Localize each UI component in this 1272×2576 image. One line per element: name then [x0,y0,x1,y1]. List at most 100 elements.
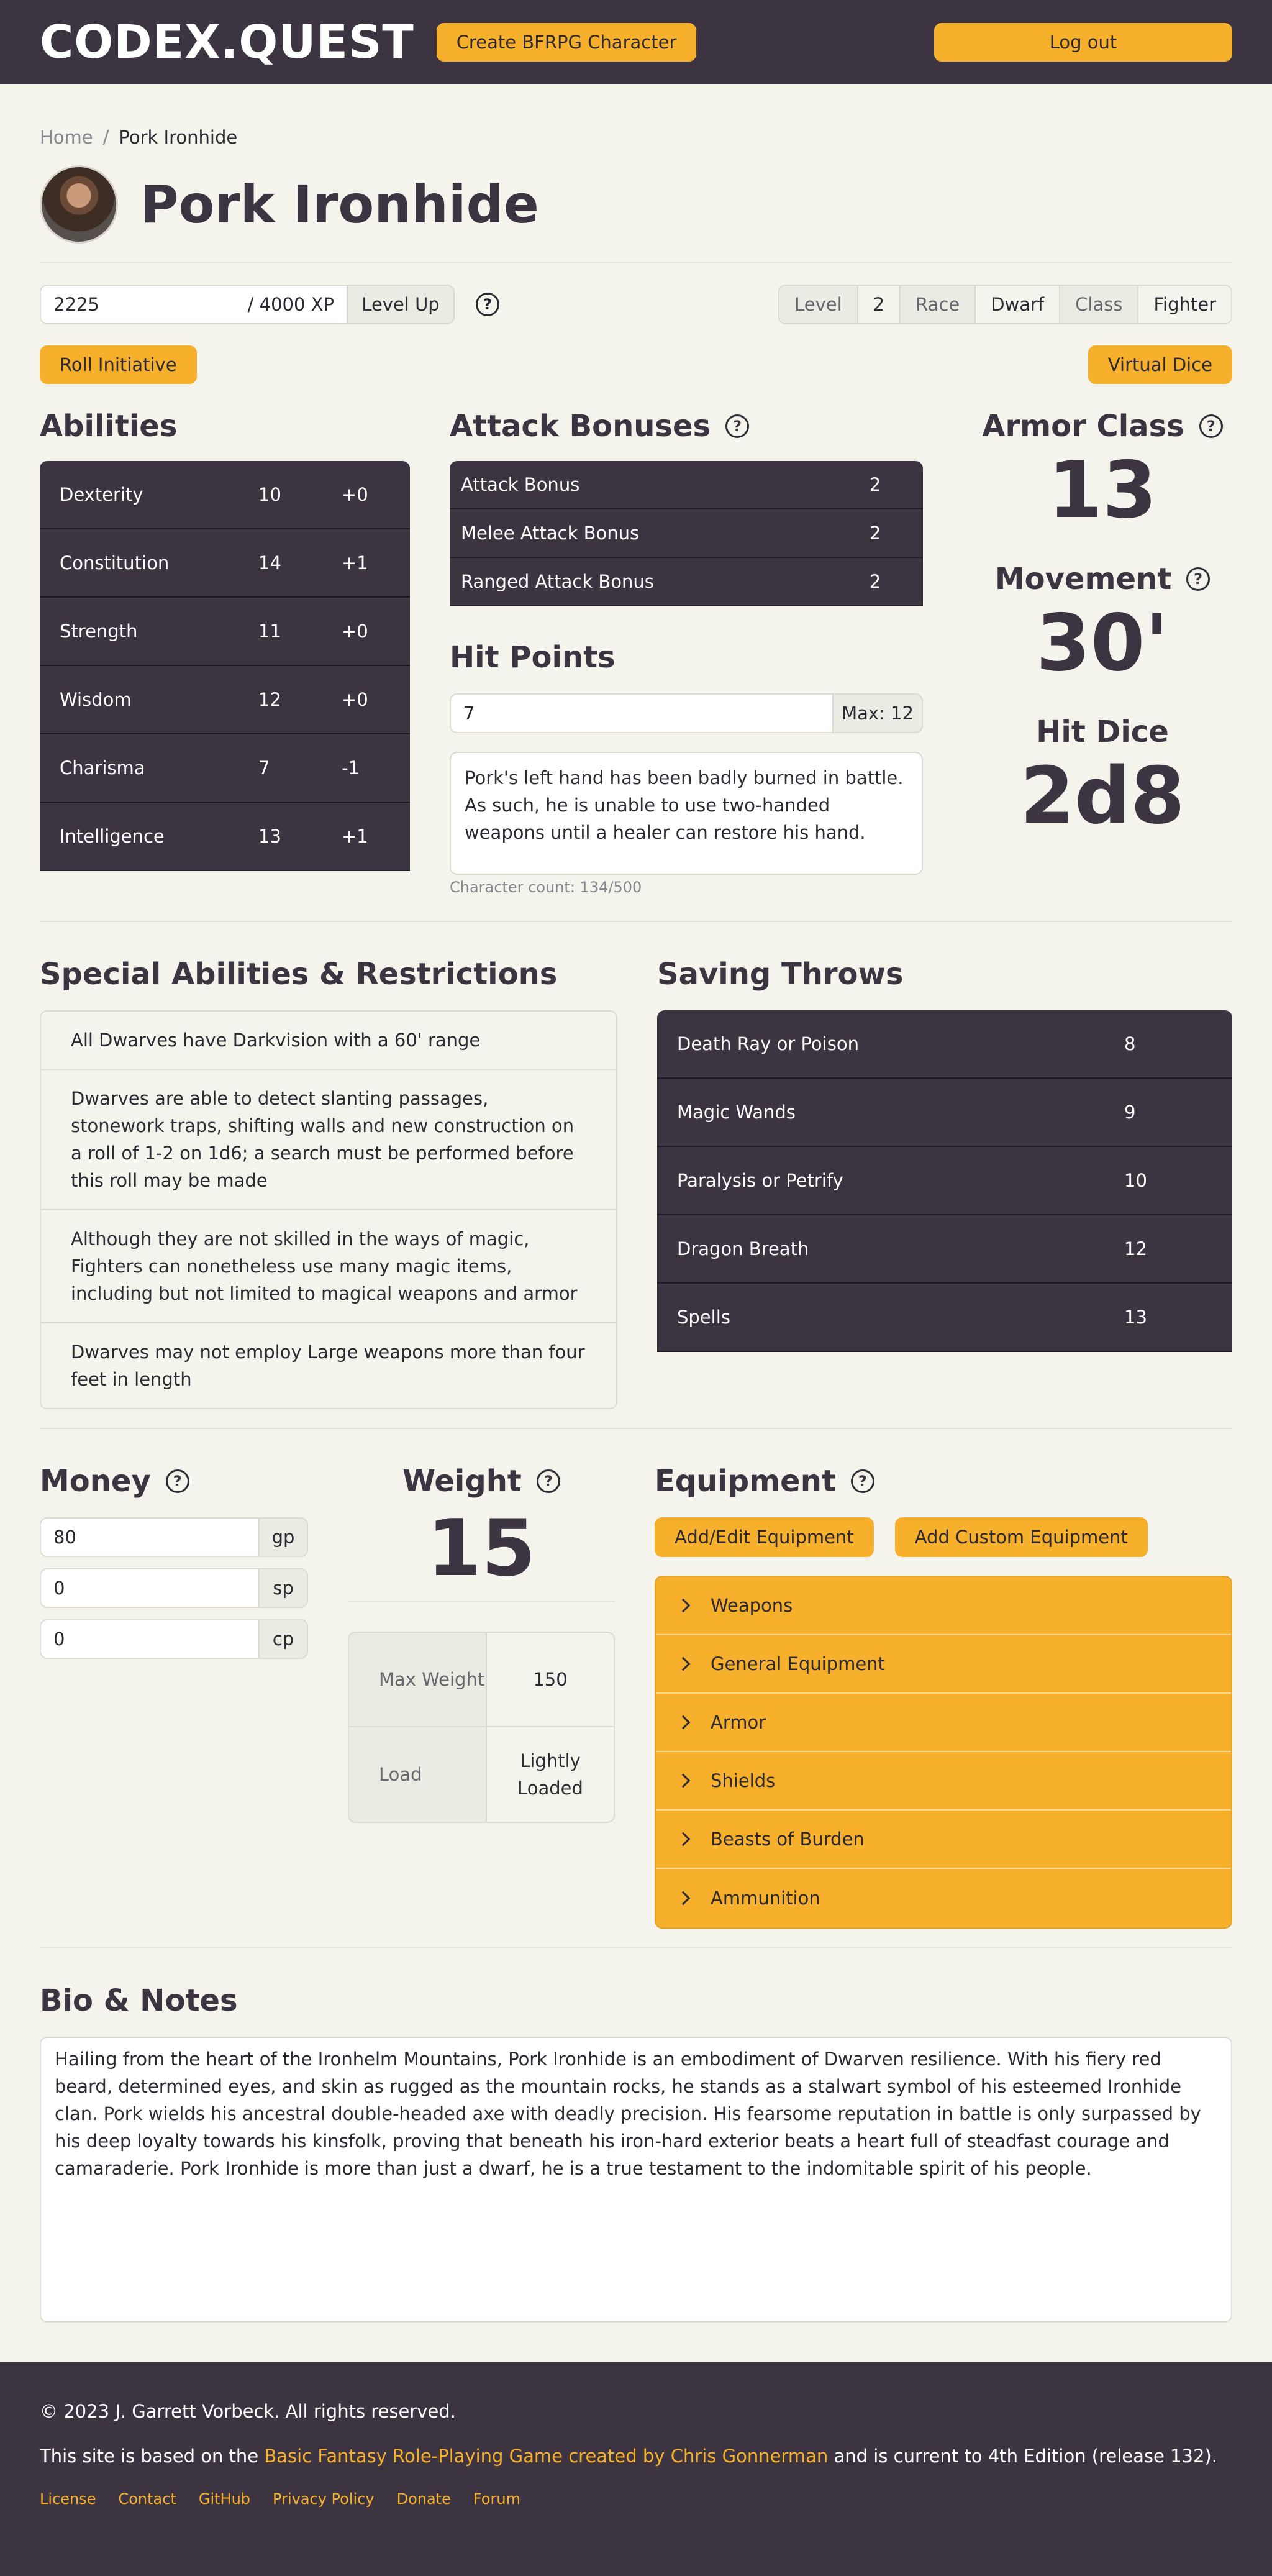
chevron-right-icon [676,1891,691,1906]
movement-help-icon[interactable]: ? [1186,567,1211,591]
attack-bonuses-table: Attack Bonus 2 Melee Attack Bonus 2 Ranged… [450,461,923,606]
race-label: Race [899,286,975,323]
footer-link-license[interactable]: License [40,2490,96,2508]
hit-points-input[interactable]: 7 [451,695,832,732]
footer-link-forum[interactable]: Forum [473,2490,520,2508]
sp-input[interactable]: 0 [41,1569,258,1607]
logout-button[interactable]: Log out [934,23,1232,62]
inventory-section: Money? 80 gp 0 sp 0 cp Weight? 15 Max Weigh… [40,1464,1232,1948]
weight-section: Weight? 15 Max Weight 150 Load Lightly Loa… [348,1464,615,1929]
footer-link-donate[interactable]: Donate [397,2490,451,2508]
save-name: Death Ray or Poison [677,1033,859,1054]
save-value: 12 [1124,1238,1147,1259]
ability-score: 12 [258,689,281,710]
hit-points-group: 7 Max: 12 [450,693,923,733]
table-row: Charisma 7 -1 [40,734,410,803]
chevron-right-icon [676,1598,691,1613]
table-row: Attack Bonus 2 [450,461,923,509]
gp-input[interactable]: 80 [41,1519,258,1556]
accordion-label: Armor [711,1712,766,1733]
movement-value: 30' [1036,597,1169,688]
accordion-item-beasts-of-burden[interactable]: Beasts of Burden [656,1811,1231,1869]
saving-throws-title: Saving Throws [657,957,904,992]
attack-bonuses-label: Attack Bonuses [450,409,711,444]
footer-link-privacy[interactable]: Privacy Policy [273,2490,375,2508]
chevron-right-icon [676,1832,691,1847]
money-cp-group: 0 cp [40,1619,308,1659]
save-value: 8 [1124,1033,1136,1054]
action-buttons-row: Roll Initiative Virtual Dice [40,345,1232,384]
ability-score: 7 [258,757,270,779]
accordion-item-ammunition[interactable]: Ammunition [656,1869,1231,1927]
movement-title: Movement? [973,562,1232,596]
breadcrumb: Home / Pork Ironhide [40,127,1232,148]
ability-modifier: -1 [342,757,360,779]
ability-score: 14 [258,552,281,573]
attack-value: 2 [870,474,881,495]
level-up-button[interactable]: Level Up [347,286,453,323]
table-row: Spells 13 [657,1284,1232,1352]
breadcrumb-current: Pork Ironhide [119,127,238,148]
bio-title: Bio & Notes [40,1983,238,2018]
armor-class-label: Armor Class [982,409,1184,444]
table-row: Ranged Attack Bonus 2 [450,558,923,606]
virtual-dice-button[interactable]: Virtual Dice [1088,345,1232,384]
movement-label: Movement [994,562,1172,596]
ability-modifier: +0 [342,621,368,642]
breadcrumb-separator: / [102,127,109,148]
footer-link-github[interactable]: GitHub [199,2490,250,2508]
level-label: Level [779,286,857,323]
list-item: Although they are not skilled in the way… [41,1210,616,1323]
cp-input[interactable]: 0 [41,1620,258,1658]
saving-throws-section: Saving Throws Death Ray or Poison 8 Magic… [657,957,1232,1409]
ability-score: 13 [258,826,281,847]
bio-textarea[interactable]: Hailing from the heart of the Ironhelm M… [40,2037,1232,2323]
brand-logo[interactable]: CODEX.QUEST [40,16,414,69]
sp-unit: sp [258,1569,307,1607]
save-value: 10 [1124,1170,1147,1191]
equipment-help-icon[interactable]: ? [850,1469,874,1493]
accordion-item-weapons[interactable]: Weapons [656,1577,1231,1635]
accordion-item-general-equipment[interactable]: General Equipment [656,1635,1231,1694]
accordion-label: Beasts of Burden [711,1829,865,1850]
create-character-button[interactable]: Create BFRPG Character [436,23,697,62]
accordion-label: Weapons [711,1595,793,1616]
equipment-buttons: Add/Edit Equipment Add Custom Equipment [655,1517,1232,1557]
money-section: Money? 80 gp 0 sp 0 cp [40,1464,308,1929]
attack-value: 2 [870,571,881,592]
xp-help-icon[interactable]: ? [476,293,499,316]
add-custom-equipment-button[interactable]: Add Custom Equipment [894,1517,1148,1557]
ability-name: Charisma [60,757,145,779]
add-edit-equipment-button[interactable]: Add/Edit Equipment [655,1517,874,1557]
special-abilities-section: Special Abilities & Restrictions All Dwa… [40,957,617,1409]
xp-group: 2225 / 4000 XP Level Up [40,285,455,324]
gp-unit: gp [258,1519,307,1556]
roll-initiative-button[interactable]: Roll Initiative [40,345,197,384]
money-gp-group: 80 gp [40,1517,308,1557]
save-name: Dragon Breath [677,1238,809,1259]
attack-help-icon[interactable]: ? [725,414,750,438]
avatar [40,165,118,244]
title-row: Pork Ironhide [40,165,1232,263]
save-name: Spells [677,1307,730,1328]
bio-section: Bio & Notes Hailing from the heart of th… [40,1983,1232,2362]
main-stats-section: Abilities Dexterity 10 +0 Constitution 14 +1… [40,409,1232,922]
hit-points-max: Max: 12 [832,695,922,732]
save-name: Magic Wands [677,1102,796,1123]
weight-help-icon[interactable]: ? [536,1469,560,1493]
accordion-item-shields[interactable]: Shields [656,1752,1231,1811]
navbar: CODEX.QUEST Create BFRPG Character Log o… [0,0,1272,84]
armor-class-title: Armor Class? [973,409,1232,444]
copyright: © 2023 J. Garrett Vorbeck. All rights re… [40,2401,456,2422]
hit-points-notes-textarea[interactable]: Pork's left hand has been badly burned i… [450,752,923,875]
xp-input[interactable]: 2225 / 4000 XP [41,286,347,323]
bfrpg-link[interactable]: Basic Fantasy Role-Playing Game created … [264,2446,828,2467]
ability-modifier: +1 [342,826,368,847]
money-help-icon[interactable]: ? [165,1469,189,1493]
accordion-item-armor[interactable]: Armor [656,1694,1231,1752]
weight-label: Weight [402,1464,522,1499]
footer-link-contact[interactable]: Contact [118,2490,176,2508]
armor-class-help-icon[interactable]: ? [1199,414,1223,438]
table-row: Constitution 14 +1 [40,529,410,598]
breadcrumb-home[interactable]: Home [40,127,93,148]
